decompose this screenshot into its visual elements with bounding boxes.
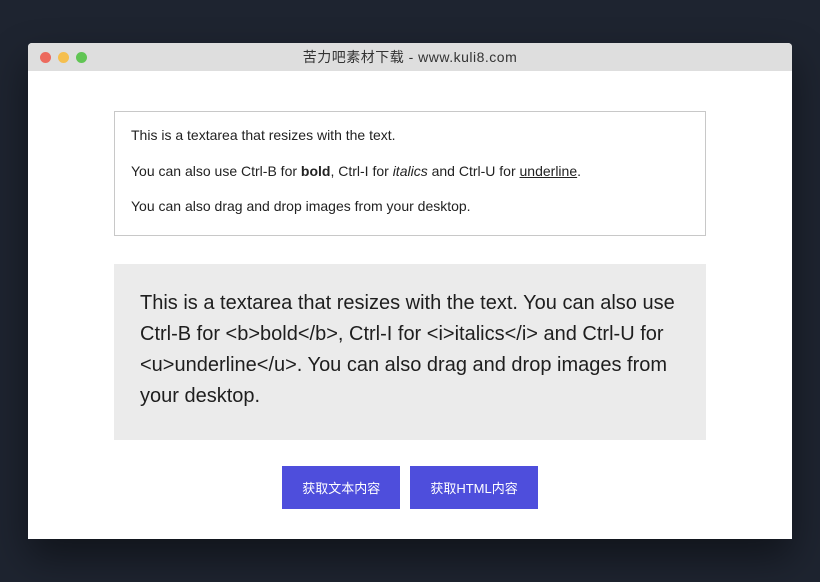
window-title: 苦力吧素材下载 - www.kuli8.com bbox=[28, 47, 792, 67]
window: 苦力吧素材下载 - www.kuli8.com This is a textar… bbox=[28, 43, 792, 539]
editor-line: You can also drag and drop images from y… bbox=[131, 197, 689, 217]
titlebar: 苦力吧素材下载 - www.kuli8.com bbox=[28, 43, 792, 71]
button-row: 获取文本内容 获取HTML内容 bbox=[114, 466, 706, 509]
output-preview: This is a textarea that resizes with the… bbox=[114, 264, 706, 440]
editor-text: This is a textarea that resizes with the… bbox=[131, 127, 396, 143]
underline-sample: underline bbox=[520, 163, 578, 179]
rich-text-editor[interactable]: This is a textarea that resizes with the… bbox=[114, 111, 706, 236]
editor-text: . bbox=[577, 163, 581, 179]
editor-line: You can also use Ctrl-B for bold, Ctrl-I… bbox=[131, 162, 689, 182]
editor-text: and Ctrl-U for bbox=[428, 163, 520, 179]
preview-text: This is a textarea that resizes with the… bbox=[140, 292, 675, 407]
minimize-icon[interactable] bbox=[58, 52, 69, 63]
content-area: This is a textarea that resizes with the… bbox=[28, 71, 792, 539]
editor-text: You can also drag and drop images from y… bbox=[131, 198, 471, 214]
maximize-icon[interactable] bbox=[76, 52, 87, 63]
italic-sample: italics bbox=[393, 163, 428, 179]
close-icon[interactable] bbox=[40, 52, 51, 63]
window-controls bbox=[40, 52, 87, 63]
get-html-button[interactable]: 获取HTML内容 bbox=[410, 466, 537, 509]
editor-text: You can also use Ctrl-B for bbox=[131, 163, 301, 179]
get-text-button[interactable]: 获取文本内容 bbox=[282, 466, 400, 509]
bold-sample: bold bbox=[301, 163, 331, 179]
editor-text: , Ctrl-I for bbox=[330, 163, 392, 179]
editor-line: This is a textarea that resizes with the… bbox=[131, 126, 689, 146]
